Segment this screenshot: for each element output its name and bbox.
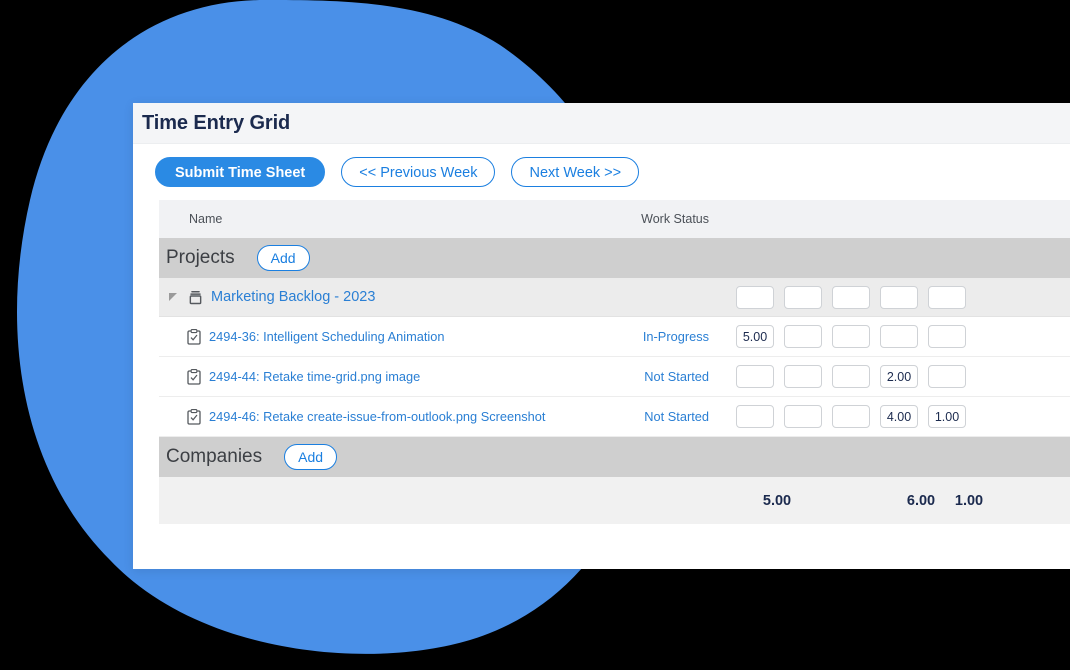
project-hours-input-4[interactable] <box>880 285 918 309</box>
submit-time-sheet-button[interactable]: Submit Time Sheet <box>155 157 326 187</box>
project-box-icon <box>189 290 202 304</box>
task-hours-input-2[interactable] <box>784 405 822 428</box>
task-clipboard-icon <box>187 328 201 345</box>
status-badge: Not Started <box>644 408 709 424</box>
project-hours-input-3[interactable] <box>832 285 870 309</box>
task-day-cell-4 <box>875 325 923 348</box>
task-hours-input-4[interactable] <box>880 365 918 388</box>
project-day-cell-2 <box>779 285 827 309</box>
task-day-cell-4 <box>875 365 923 388</box>
project-day-cell-4 <box>875 285 923 309</box>
task-hours-input-3[interactable] <box>832 405 870 428</box>
task-day-cell-4 <box>875 405 923 428</box>
time-entry-grid: Name Work Status Total Projects Add <box>159 200 1070 524</box>
status-badge: In-Progress <box>642 328 709 344</box>
project-day-cell-5 <box>923 285 971 309</box>
task-name-link[interactable]: 2494-44: Retake time-grid.png image <box>209 369 420 384</box>
task-status-cell: Not Started <box>589 408 709 426</box>
table-row[interactable]: 2494-46: Retake create-issue-from-outloo… <box>159 397 1070 437</box>
toolbar: Submit Time Sheet << Previous Week Next … <box>133 144 1070 199</box>
project-hours-input-2[interactable] <box>784 285 822 309</box>
task-hours-input-2[interactable] <box>784 325 822 348</box>
task-day-cell-3 <box>827 405 875 428</box>
task-status-cell: In-Progress <box>589 328 709 346</box>
card-header: Time Entry Grid <box>133 103 1070 144</box>
task-day-cell-2 <box>779 325 827 348</box>
table-row[interactable]: 2494-36: Intelligent Scheduling Animatio… <box>159 317 1070 357</box>
section-row-companies: Companies Add <box>159 437 1070 477</box>
day-total-5: 1.00 <box>954 492 984 509</box>
status-badge: Not Started <box>644 368 709 384</box>
next-week-button[interactable]: Next Week >> <box>511 157 640 187</box>
task-hours-input-1[interactable] <box>736 325 774 348</box>
section-projects-cell: Projects Add <box>159 245 589 271</box>
task-hours-input-5[interactable] <box>928 365 966 388</box>
day-total-1: 5.00 <box>762 492 792 509</box>
day-total-4: 6.00 <box>906 492 936 509</box>
project-hours-input-1[interactable] <box>736 285 774 309</box>
task-clipboard-icon <box>187 408 201 425</box>
task-day-cell-3 <box>827 325 875 348</box>
project-day-cell-3 <box>827 285 875 309</box>
task-hours-input-5[interactable] <box>928 405 966 428</box>
column-header-total: Total <box>971 212 1070 226</box>
grand-total-value: 12.00 <box>993 486 1070 515</box>
task-hours-input-2[interactable] <box>784 365 822 388</box>
time-entry-card: Time Entry Grid Submit Time Sheet << Pre… <box>133 103 1070 569</box>
task-day-cell-2 <box>779 405 827 428</box>
add-company-button[interactable]: Add <box>284 444 338 470</box>
task-day-cell-5 <box>923 405 971 428</box>
task-name-cell: 2494-44: Retake time-grid.png image <box>159 368 589 385</box>
project-row[interactable]: Marketing Backlog - 2023 <box>159 278 1070 317</box>
task-hours-input-1[interactable] <box>736 365 774 388</box>
project-hours-input-5[interactable] <box>928 285 966 309</box>
task-day-cell-1 <box>731 325 779 348</box>
task-day-cell-5 <box>923 365 971 388</box>
task-hours-input-4[interactable] <box>880 325 918 348</box>
task-name-cell: 2494-46: Retake create-issue-from-outloo… <box>159 408 589 425</box>
task-clipboard-icon <box>187 368 201 385</box>
previous-week-button[interactable]: << Previous Week <box>341 157 496 187</box>
task-hours-input-1[interactable] <box>736 405 774 428</box>
task-total-cell: 5.00 <box>971 408 1070 426</box>
screenshot-root: Time Entry Grid Submit Time Sheet << Pre… <box>0 0 1070 670</box>
task-day-cell-2 <box>779 365 827 388</box>
task-day-cell-1 <box>731 405 779 428</box>
section-title-projects: Projects <box>166 247 235 268</box>
task-hours-input-3[interactable] <box>832 365 870 388</box>
project-name-cell: Marketing Backlog - 2023 <box>159 289 589 305</box>
section-title-companies: Companies <box>166 446 263 467</box>
column-header-work-status: Work Status <box>641 212 709 226</box>
page-title: Time Entry Grid <box>142 111 291 134</box>
section-companies-cell: Companies Add <box>159 444 589 470</box>
task-day-cell-5 <box>923 325 971 348</box>
task-total-cell: 2.00 <box>971 368 1070 386</box>
add-project-button[interactable]: Add <box>256 245 310 271</box>
column-header-name: Name <box>189 212 223 226</box>
task-name-link[interactable]: 2494-46: Retake create-issue-from-outloo… <box>209 409 545 424</box>
task-name-cell: 2494-36: Intelligent Scheduling Animatio… <box>159 328 589 345</box>
project-day-cell-1 <box>731 285 779 309</box>
project-name-link[interactable]: Marketing Backlog - 2023 <box>211 289 375 305</box>
task-hours-input-3[interactable] <box>832 325 870 348</box>
collapse-triangle-icon[interactable] <box>168 291 180 303</box>
table-row[interactable]: 2494-44: Retake time-grid.png image Not … <box>159 357 1070 397</box>
task-hours-input-4[interactable] <box>880 405 918 428</box>
task-day-cell-1 <box>731 365 779 388</box>
task-total-cell: 5.00 <box>971 328 1070 346</box>
totals-row: 5.00 6.00 1.00 12.00 <box>159 477 1070 524</box>
task-day-cell-3 <box>827 365 875 388</box>
task-hours-input-5[interactable] <box>928 325 966 348</box>
task-name-link[interactable]: 2494-36: Intelligent Scheduling Animatio… <box>209 329 445 344</box>
section-row-projects: Projects Add <box>159 238 1070 278</box>
task-status-cell: Not Started <box>589 368 709 386</box>
table-header-row: Name Work Status Total <box>159 200 1070 238</box>
